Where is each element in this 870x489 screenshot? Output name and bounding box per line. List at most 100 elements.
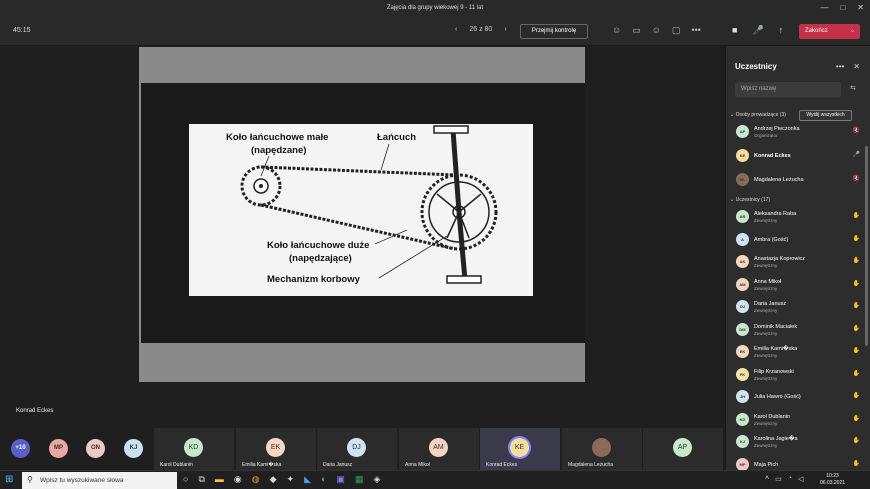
vscode-icon[interactable]: ◣ xyxy=(304,474,311,485)
participant-row[interactable]: AR Aleksandra Raba Zewnętrzny ✋ xyxy=(736,207,866,227)
mic-icon[interactable]: 🎤 xyxy=(752,25,763,36)
video-tile[interactable]: KD Karol Dublanin xyxy=(154,428,234,470)
video-tile[interactable]: AM Anna Mikoł xyxy=(399,428,479,470)
mic-status-icon[interactable]: ✋ xyxy=(853,370,860,377)
mic-status-icon[interactable]: 🎤 xyxy=(853,151,860,158)
attendees-section-header[interactable]: ⌄ Uczestnicy (17) xyxy=(730,197,770,203)
rooms-icon[interactable]: ▢ xyxy=(672,25,681,36)
presenters-section-header[interactable]: ⌄ Osoby prowadzące (3) xyxy=(730,112,786,118)
participant-row[interactable]: KE Konrad Eckes 🎤 xyxy=(736,146,866,166)
taskbar-search-input[interactable]: ⚲ Wpisz tu wyszukiwane słowa xyxy=(22,472,177,489)
chevron-down-icon[interactable]: ⌄ xyxy=(850,24,855,39)
participant-row[interactable]: AP Andrzej Pieczonka Organizator 🔇 xyxy=(736,122,866,142)
share-icon[interactable]: ↑ xyxy=(779,25,784,36)
store-icon[interactable]: ◆ xyxy=(270,474,277,485)
label-crank: Mechanizm korbowy xyxy=(267,274,361,285)
mic-status-icon[interactable]: ✋ xyxy=(853,460,860,467)
excel-icon[interactable]: ▦ xyxy=(355,474,364,485)
task-view-icon[interactable]: ⧉ xyxy=(198,474,204,485)
next-slide-icon[interactable]: › xyxy=(504,26,506,33)
participant-mini-avatar[interactable]: KJ xyxy=(124,439,143,458)
cortana-icon[interactable]: ○ xyxy=(183,474,188,485)
participant-search-input[interactable]: Wpisz nazwę xyxy=(735,82,841,97)
prev-slide-icon[interactable]: ‹ xyxy=(455,26,457,33)
file-explorer-icon[interactable]: ▬ xyxy=(215,474,224,485)
chevron-up-icon[interactable]: ˄ xyxy=(765,475,769,483)
show-all-button[interactable]: Wyślij wszystkich xyxy=(799,110,852,121)
mic-status-icon[interactable]: ✋ xyxy=(853,415,860,422)
teams-icon[interactable]: ▣ xyxy=(336,474,345,485)
mic-status-icon[interactable]: ✋ xyxy=(853,212,860,219)
participant-name: Ambra (Gość) xyxy=(754,236,789,243)
participant-role: Organizator xyxy=(754,133,778,138)
windows-taskbar: ⊞ ⚲ Wpisz tu wyszukiwane słowa ○ ⧉ ▬ ◉ ◍ … xyxy=(0,470,870,489)
presenters-label: Osoby prowadzące (3) xyxy=(735,112,786,118)
participant-row[interactable]: A Ambra (Gość) ✋ xyxy=(736,230,866,250)
avatar: JH xyxy=(736,390,749,403)
participant-row[interactable]: AM Anna Mikoł Zewnętrzny ✋ xyxy=(736,275,866,295)
maximize-button[interactable]: □ xyxy=(840,3,845,12)
participants-icon[interactable]: ☺ xyxy=(612,25,621,36)
battery-icon[interactable]: ▭ xyxy=(775,475,782,483)
participant-name: Karolina Jagie�a xyxy=(754,436,798,442)
reactions-icon[interactable]: ☺ xyxy=(652,25,661,36)
taskbar-clock[interactable]: 10:23 06.03.2021 xyxy=(820,473,845,487)
participant-row[interactable]: DJ Daria Janusz Zewnętrzny ✋ xyxy=(736,297,866,317)
volume-icon[interactable]: ◁ xyxy=(798,475,803,483)
mic-status-icon[interactable]: ✋ xyxy=(853,280,860,287)
participant-role: Zewnętrzny xyxy=(754,420,778,426)
participant-row[interactable]: DM Dominik Maciałek Zewnętrzny ✋ xyxy=(736,320,866,340)
participant-role: Zewnętrzny xyxy=(754,330,778,336)
share-invite-icon[interactable]: ⇆ xyxy=(850,84,856,92)
more-participants-badge[interactable]: +10 xyxy=(11,439,30,458)
minimize-button[interactable]: — xyxy=(820,3,828,12)
participant-mini-avatar[interactable]: MP xyxy=(49,439,68,458)
system-tray: ˄ ▭ ◔ ◁ xyxy=(765,475,803,483)
video-tile[interactable]: Magdalena Leżucha xyxy=(562,428,642,470)
app-icon[interactable]: ◈ xyxy=(373,474,380,485)
chrome-icon[interactable]: ◍ xyxy=(252,474,260,485)
window-title: Zajęcia dla grupy wiekowej 9 - 11 lat xyxy=(386,5,484,11)
more-actions-icon[interactable]: ••• xyxy=(691,25,700,36)
edge-icon[interactable]: ◐ xyxy=(321,474,326,485)
network-icon[interactable]: ◔ xyxy=(788,475,792,483)
mic-status-icon[interactable]: ✋ xyxy=(853,302,860,309)
camera-icon[interactable]: ■ xyxy=(732,25,737,36)
avatar: EK xyxy=(736,345,749,358)
windows-start-icon[interactable]: ⊞ xyxy=(5,474,13,485)
participant-row[interactable]: EK Emilia Kami�ska Zewnętrzny ✋ xyxy=(736,342,866,362)
mic-status-icon[interactable]: ✋ xyxy=(853,437,860,444)
chat-icon[interactable]: ▭ xyxy=(632,25,641,36)
shared-screen: Koło łańcuchowe małe (napędzane) Łańcuch… xyxy=(0,46,725,428)
video-tile-active-speaker[interactable]: KE Konrad Eckes xyxy=(480,428,560,470)
video-tile[interactable]: DJ Daria Janusz xyxy=(317,428,397,470)
participant-role: Zewnętrzny xyxy=(754,353,778,358)
mic-status-icon[interactable]: ✋ xyxy=(853,235,860,242)
video-tile[interactable]: EK Emilia Kami�ska xyxy=(236,428,316,470)
take-control-button[interactable]: Przejmij kontrolę xyxy=(520,24,588,39)
close-icon[interactable]: ✕ xyxy=(853,62,860,71)
panel-scrollbar[interactable] xyxy=(865,146,868,346)
avatar: DJ xyxy=(347,438,366,457)
participant-row[interactable]: AK Anastazja Koprowicz Zewnętrzny ✋ xyxy=(736,252,866,272)
mic-status-icon[interactable]: 🔇 xyxy=(853,175,860,182)
close-window-button[interactable]: ✕ xyxy=(857,3,864,12)
end-meeting-button[interactable]: Zakończ ⌄ xyxy=(799,24,860,39)
app-icon[interactable]: ✦ xyxy=(287,474,295,485)
mic-status-icon[interactable]: ✋ xyxy=(853,257,860,264)
participant-row[interactable]: KD Karol Dublanin Zewnętrzny ✋ xyxy=(736,410,866,430)
app-icon[interactable]: ◉ xyxy=(234,474,242,485)
mic-status-icon[interactable]: ✋ xyxy=(853,325,860,332)
mic-status-icon[interactable]: ✋ xyxy=(853,392,860,399)
mic-status-icon[interactable]: ✋ xyxy=(853,347,860,354)
participant-row[interactable]: FK Filip Krzanowski Zewnętrzny ✋ xyxy=(736,365,866,385)
video-tile[interactable]: AP xyxy=(643,428,723,470)
participant-row[interactable]: KJ Karolina Jagie�a Zewnętrzny ✋ xyxy=(736,432,866,452)
panel-more-icon[interactable]: ••• xyxy=(836,62,844,71)
participant-role: Zewnętrzny xyxy=(754,218,778,223)
participant-row[interactable]: ML Magdalena Leżucha 🔇 xyxy=(736,170,866,190)
mic-status-icon[interactable]: 🔇 xyxy=(853,127,860,134)
participant-row[interactable]: JH Julia Hawro (Gość) ✋ xyxy=(736,387,866,407)
participant-name: Maja Pich xyxy=(754,461,779,468)
participant-mini-avatar[interactable]: ON xyxy=(86,439,105,458)
